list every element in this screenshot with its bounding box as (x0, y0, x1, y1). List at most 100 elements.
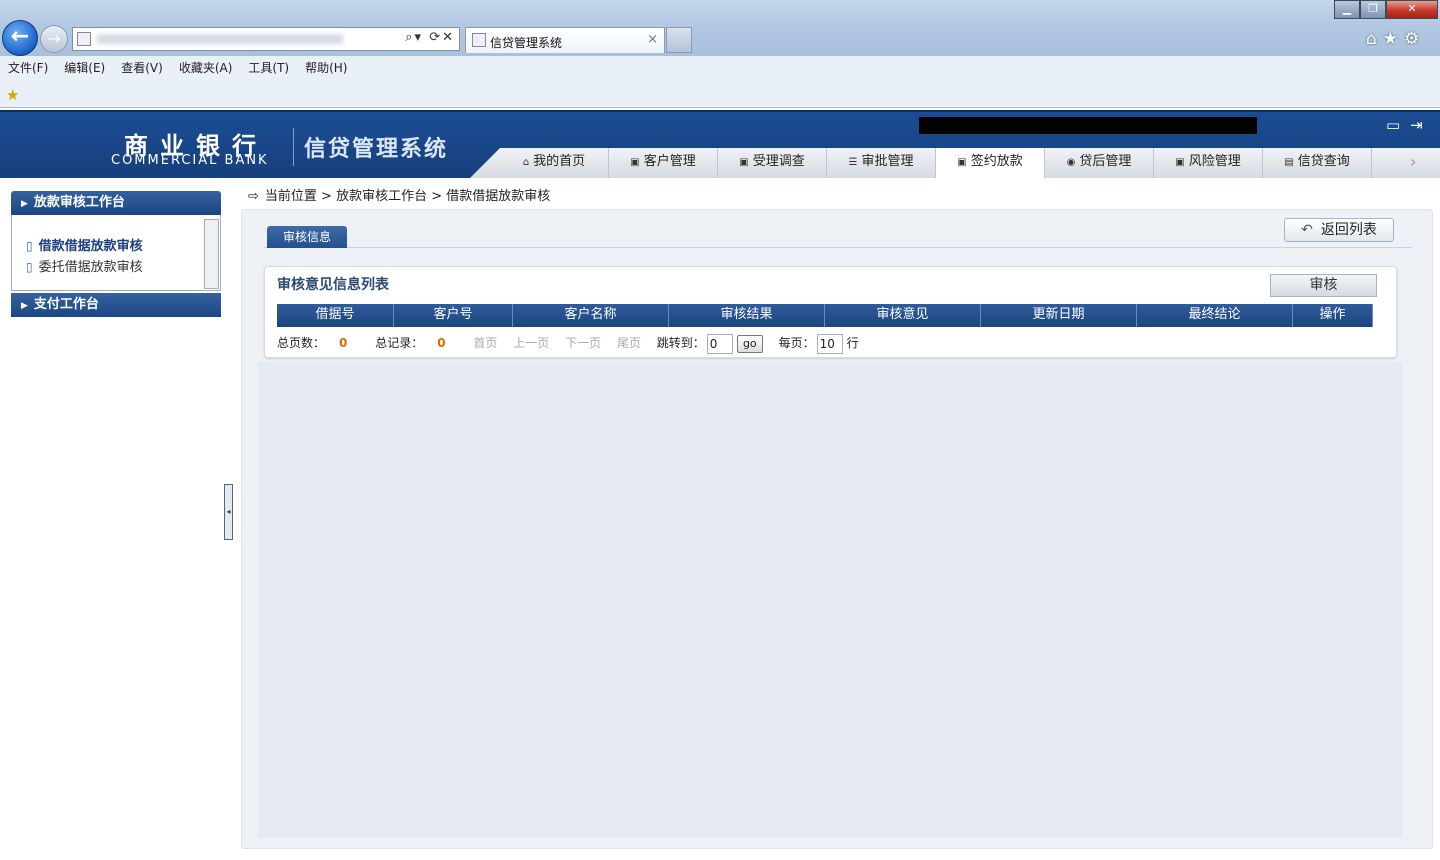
per-page-input[interactable]: 10 (816, 333, 843, 354)
total-records-label: 总记录： (375, 336, 424, 350)
address-bar[interactable]: ⌕▾ ⟳✕ (72, 27, 460, 51)
sidebar-item-entrusted-review[interactable]: ▯ 委托借据放款审核 (26, 256, 143, 275)
nav-tab[interactable]: ☰ 审批管理 (827, 148, 936, 178)
screen-logout-icons[interactable]: ▭⇥ (1386, 116, 1433, 134)
audit-button[interactable]: 审核 (1270, 274, 1377, 297)
total-pages-value: 0 (339, 336, 348, 350)
forward-button[interactable]: → (40, 25, 68, 53)
minimize-button[interactable]: ▁ (1334, 0, 1360, 19)
maximize-button[interactable]: ❐ (1360, 0, 1386, 19)
nav-tab-icon: ▤ (1284, 157, 1294, 168)
total-records: 总记录： 0 (375, 333, 457, 353)
nav-tab[interactable]: ⌂ 我的首页 (500, 148, 609, 178)
expand-triangle-icon: ▶ (21, 199, 28, 209)
nav-tab[interactable]: ▣ 受理调查 (718, 148, 827, 178)
nav-tab-icon: ▣ (739, 157, 749, 168)
return-arrow-icon: ↶ (1301, 222, 1313, 238)
menu-favorites[interactable]: 收藏夹(A) (171, 56, 241, 79)
menu-view[interactable]: 查看(V) (113, 56, 171, 79)
nav-scroll-right-icon[interactable]: › (1410, 152, 1416, 171)
blurred-url (97, 34, 343, 44)
address-tools[interactable]: ⌕▾ ⟳✕ (405, 30, 455, 45)
tab-audit-info[interactable]: 审核信息 (267, 226, 347, 248)
column-header: 借据号 (277, 304, 394, 327)
prev-page-link[interactable]: 上一页 (513, 333, 549, 353)
system-name: 信贷管理系统 (304, 137, 449, 162)
go-button[interactable]: go (736, 334, 763, 353)
per-page-unit: 行 (846, 336, 859, 350)
total-pages-label: 总页数： (277, 336, 326, 350)
nav-tab[interactable]: ▤ 信贷查询 (1263, 148, 1372, 178)
sidebar-item-label: 委托借据放款审核 (38, 260, 143, 275)
per-page-label: 每页： (778, 336, 815, 350)
close-window-button[interactable]: ✕ (1386, 0, 1438, 19)
column-header: 更新日期 (981, 304, 1137, 327)
panel-title: 审核意见信息列表 (277, 277, 389, 293)
nav-tab-label: 受理调查 (752, 154, 805, 169)
breadcrumb: ⇨ 当前位置 > 放款审核工作台 > 借款借据放款审核 (248, 185, 550, 204)
tab-favicon-icon (472, 33, 486, 47)
bank-logo-en: COMMERCIAL BANK (111, 153, 269, 168)
window-controls: ▁ ❐ ✕ (1334, 0, 1438, 19)
nav-tab-label: 风险管理 (1188, 154, 1241, 169)
nav-tab-icon: ▣ (1175, 157, 1185, 168)
nav-tab[interactable]: ▣ 签约放款 (936, 148, 1045, 178)
pagination: 总页数： 0 总记录： 0 首页 上一页 下一页 尾页 跳转到： 0 go 每页： 10 行 (277, 333, 871, 354)
sidebar-scrollbar[interactable] (204, 219, 219, 289)
tab-close-icon[interactable]: × (647, 32, 658, 47)
sidebar-collapse-handle[interactable]: ◂ (224, 484, 233, 540)
menu-help[interactable]: 帮助(H) (297, 56, 355, 79)
jump-page-input[interactable]: 0 (706, 333, 733, 354)
menu-tools[interactable]: 工具(T) (240, 56, 297, 79)
nav-tab[interactable]: ▣ 客户管理 (609, 148, 718, 178)
column-header: 客户名称 (513, 304, 669, 327)
nav-tab-icon: ⌂ (522, 157, 530, 168)
sidebar-section-label: 放款审核工作台 (33, 195, 125, 210)
menu-edit[interactable]: 编辑(E) (56, 56, 113, 79)
sidebar-item-loan-note-review[interactable]: ▯ 借款借据放款审核 (26, 235, 143, 254)
nav-tab-label: 信贷查询 (1297, 154, 1350, 169)
nav-tab-icon: ☰ (848, 157, 858, 168)
sidebar-section-payment[interactable]: ▶ 支付工作台 (11, 293, 221, 317)
nav-tab-icon: ▣ (630, 157, 640, 168)
next-page-link[interactable]: 下一页 (565, 333, 601, 353)
nav-tab[interactable]: ◉ 贷后管理 (1045, 148, 1154, 178)
nav-tab-icon: ◉ (1066, 157, 1076, 168)
sidebar-item-label: 借款借据放款审核 (38, 239, 143, 254)
document-icon: ▯ (26, 239, 33, 253)
breadcrumb-text: 当前位置 > 放款审核工作台 > 借款借据放款审核 (264, 189, 551, 204)
tab-title: 信贷管理系统 (490, 36, 563, 50)
column-header: 操作 (1293, 304, 1373, 327)
total-records-value: 0 (437, 336, 446, 350)
first-page-link[interactable]: 首页 (473, 333, 497, 353)
new-tab-button[interactable] (666, 27, 692, 53)
page-favicon-icon (77, 32, 91, 46)
nav-tab-label: 我的首页 (533, 154, 586, 169)
header-divider (293, 128, 294, 166)
total-pages: 总页数： 0 (277, 333, 359, 353)
browser-tab[interactable]: 信贷管理系统 × (465, 27, 665, 53)
expand-triangle-icon: ▶ (21, 301, 28, 311)
back-button[interactable]: ← (2, 20, 38, 56)
back-to-list-label: 返回列表 (1320, 222, 1377, 238)
column-header: 最终结论 (1137, 304, 1293, 327)
column-header: 审核意见 (825, 304, 981, 327)
favorites-bar (0, 78, 1440, 108)
tab-underline (264, 247, 1412, 248)
table-header: 借据号 客户号 客户名称 审核结果 审核意见 更新日期 最终结论 操作 (277, 304, 1373, 327)
nav-tab-label: 贷后管理 (1079, 154, 1132, 169)
jump-label: 跳转到： (656, 336, 705, 350)
column-header: 审核结果 (669, 304, 825, 327)
main-nav: ⌂ 我的首页 ▣ 客户管理 ▣ 受理调查 ☰ 审批管理 ▣ 签约放款 ◉ 贷后管理 ▣ 风险管理 ▤ 信贷查询 (500, 148, 1372, 178)
column-header: 客户号 (394, 304, 513, 327)
location-icon: ⇨ (248, 189, 259, 204)
nav-tab-label: 审批管理 (861, 154, 914, 169)
nav-tab[interactable]: ▣ 风险管理 (1154, 148, 1263, 178)
back-to-list-button[interactable]: ↶ 返回列表 (1284, 218, 1394, 242)
favorites-star-icon[interactable]: ★ (6, 86, 19, 104)
menu-file[interactable]: 文件(F) (0, 56, 56, 79)
home-favorites-settings-icons[interactable]: ⌂★⚙ (1366, 29, 1425, 49)
last-page-link[interactable]: 尾页 (617, 333, 641, 353)
sidebar-section-loan-review[interactable]: ▶ 放款审核工作台 (11, 191, 221, 215)
sidebar-section-label: 支付工作台 (33, 297, 99, 312)
